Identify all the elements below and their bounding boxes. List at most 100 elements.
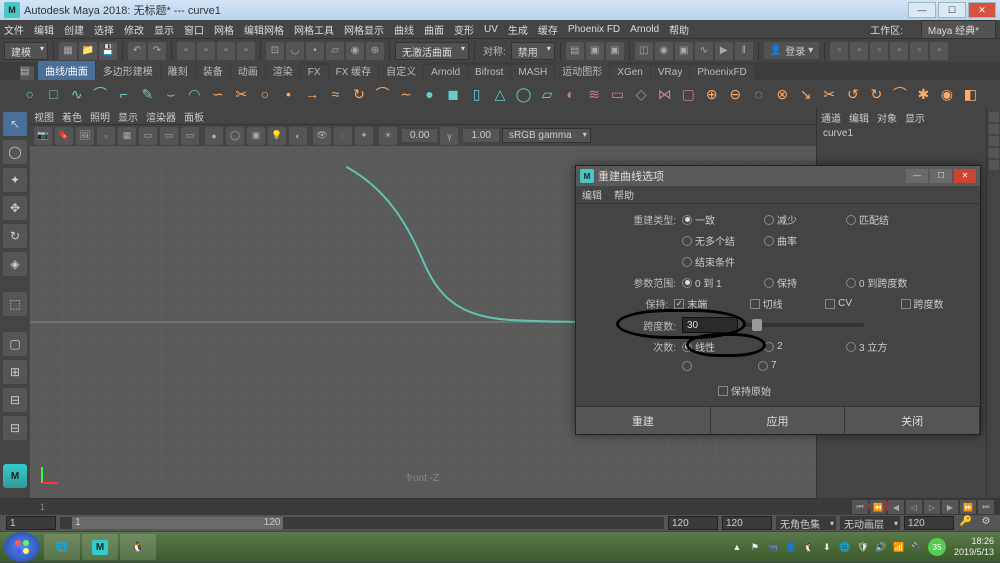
vp-menu[interactable]: 显示 (118, 109, 138, 124)
offset-icon[interactable]: ≈ (326, 84, 346, 104)
vp-xray-icon[interactable]: ◌ (334, 127, 352, 145)
shelf-tab[interactable]: VRay (651, 65, 689, 80)
go-end-icon[interactable]: ⏭ (978, 500, 994, 514)
tray-network-icon[interactable]: 📶 (892, 540, 906, 554)
next-key-icon[interactable]: ⏩ (960, 500, 976, 514)
sculpt-icon[interactable]: ◉ (937, 84, 957, 104)
play-icon[interactable]: ▶ (715, 42, 733, 60)
anim-layer-dropdown[interactable]: 无动画层 (840, 516, 900, 530)
vp-exposure-icon[interactable]: ☀ (379, 127, 397, 145)
vp-textured-icon[interactable]: ▣ (247, 127, 265, 145)
shelf-tab[interactable]: Arnold (424, 65, 467, 80)
radio-0tospans[interactable] (846, 278, 856, 288)
redo-icon[interactable]: ↷ (148, 42, 166, 60)
radio-7[interactable] (758, 361, 768, 371)
tray-flag-icon[interactable]: ⚑ (748, 540, 762, 554)
vp-menu[interactable]: 照明 (90, 109, 110, 124)
snap-plane-icon[interactable]: ▱ (326, 42, 344, 60)
dialog-menu[interactable]: 帮助 (614, 187, 634, 202)
maximize-button[interactable]: ☐ (938, 2, 966, 18)
shelf-tab[interactable]: 装备 (196, 61, 230, 80)
dialog-menu[interactable]: 编辑 (582, 187, 602, 202)
cube-icon[interactable]: ◼ (443, 84, 463, 104)
apply-button[interactable]: 应用 (711, 407, 846, 434)
rotate-tool[interactable]: ↻ (3, 224, 27, 248)
toggle-icon[interactable]: ▫ (850, 42, 868, 60)
vp-shadows-icon[interactable]: ◐ (289, 127, 307, 145)
shelf-tab[interactable]: 运动图形 (555, 61, 609, 80)
extend-icon[interactable]: → (302, 84, 322, 104)
last-tool[interactable]: ⬚ (3, 292, 27, 316)
lasso-tool[interactable]: ◯ (3, 140, 27, 164)
vp-grid-icon[interactable]: ▦ (118, 127, 136, 145)
radio-3[interactable] (846, 342, 856, 352)
hypershade-icon[interactable]: ◉ (655, 42, 673, 60)
toggle-icon[interactable] (989, 112, 999, 122)
attach-icon[interactable]: ∽ (208, 84, 228, 104)
vp-isolate-icon[interactable]: 👁 (313, 127, 331, 145)
spans-slider[interactable] (744, 323, 864, 327)
menu-item[interactable]: Arnold (630, 24, 659, 35)
layout-four-icon[interactable]: ⊞ (3, 360, 27, 384)
mode-dropdown[interactable]: 建模 (4, 42, 48, 60)
shelf-tab[interactable]: FX 缓存 (329, 61, 379, 80)
vp-bookmark-icon[interactable]: 🔖 (55, 127, 73, 145)
select-type-icon[interactable]: ▫ (237, 42, 255, 60)
vp-gate-icon[interactable]: ▭ (181, 127, 199, 145)
taskbar-app-maya[interactable]: M (82, 534, 118, 560)
open-close-icon[interactable]: ○ (255, 84, 275, 104)
toggle-icon[interactable]: ▫ (910, 42, 928, 60)
tray-security-icon[interactable]: 🛡 (856, 540, 870, 554)
toggle-icon[interactable]: ▫ (930, 42, 948, 60)
trim-icon[interactable]: ✂ (820, 84, 840, 104)
ep-curve-icon[interactable]: ⌒ (91, 84, 111, 104)
select-all-icon[interactable]: ▫ (197, 42, 215, 60)
shelf-tab[interactable]: 多边形建模 (96, 61, 160, 80)
close-button[interactable]: 关闭 (845, 407, 980, 434)
menu-item[interactable]: UV (484, 24, 498, 35)
tray-qq-icon[interactable]: 🐧 (802, 540, 816, 554)
tray-clock[interactable]: 18:26 2019/5/13 (954, 536, 994, 558)
vp-resolution-icon[interactable]: ▭ (160, 127, 178, 145)
character-set-dropdown[interactable]: 无角色集 (776, 516, 836, 530)
vp-wireframe-icon[interactable]: ◯ (226, 127, 244, 145)
menu-item[interactable]: 网格显示 (344, 22, 384, 37)
render-view-icon[interactable]: ▣ (675, 42, 693, 60)
radio-2[interactable] (764, 342, 774, 352)
pencil-icon[interactable]: ✎ (138, 84, 158, 104)
menu-item[interactable]: 帮助 (669, 22, 689, 37)
snap-grid-icon[interactable]: ⊡ (266, 42, 284, 60)
menu-item[interactable]: 窗口 (184, 22, 204, 37)
fillet-icon[interactable]: ⌒ (373, 84, 393, 104)
extrude-icon[interactable]: ▭ (608, 84, 628, 104)
dialog-maximize-button[interactable]: ☐ (930, 169, 952, 183)
revolve-icon[interactable]: ◐ (561, 84, 581, 104)
prefs-icon[interactable]: ⚙ (978, 516, 994, 530)
arc3-icon[interactable]: ⌣ (161, 84, 181, 104)
go-start-icon[interactable]: ⏮ (852, 500, 868, 514)
square-icon[interactable]: □ (44, 84, 64, 104)
range-bar[interactable]: 1120 (60, 517, 664, 529)
radio-match[interactable] (846, 215, 856, 225)
prev-key-icon[interactable]: ⏪ (870, 500, 886, 514)
menu-item[interactable]: 编辑 (34, 22, 54, 37)
radio-end[interactable] (682, 257, 692, 267)
live-surface-dropdown[interactable]: 无激活曲面 (395, 42, 469, 60)
menu-item[interactable]: 编辑网格 (244, 22, 284, 37)
menu-item[interactable]: 变形 (454, 22, 474, 37)
autokey-icon[interactable]: 🔑 (958, 516, 974, 530)
new-scene-icon[interactable]: ▦ (59, 42, 77, 60)
vp-shading-icon[interactable]: ● (205, 127, 223, 145)
symmetry-dropdown[interactable]: 禁用 (511, 42, 555, 60)
menu-item[interactable]: 缓存 (538, 22, 558, 37)
opacity-field[interactable]: 0.00 (402, 129, 437, 142)
cylinder-icon[interactable]: ▯ (467, 84, 487, 104)
layout-outliner-icon[interactable]: ⊟ (3, 416, 27, 440)
right-tab[interactable]: 通道 (821, 110, 841, 126)
chk-ends[interactable] (674, 299, 684, 309)
tray-volume-icon[interactable]: 🔊 (874, 540, 888, 554)
colorspace-dropdown[interactable]: sRGB gamma (502, 128, 591, 143)
boundary-icon[interactable]: ▢ (678, 84, 698, 104)
tray-battery-icon[interactable]: 🔌 (910, 540, 924, 554)
selected-object[interactable]: curve1 (817, 126, 986, 141)
